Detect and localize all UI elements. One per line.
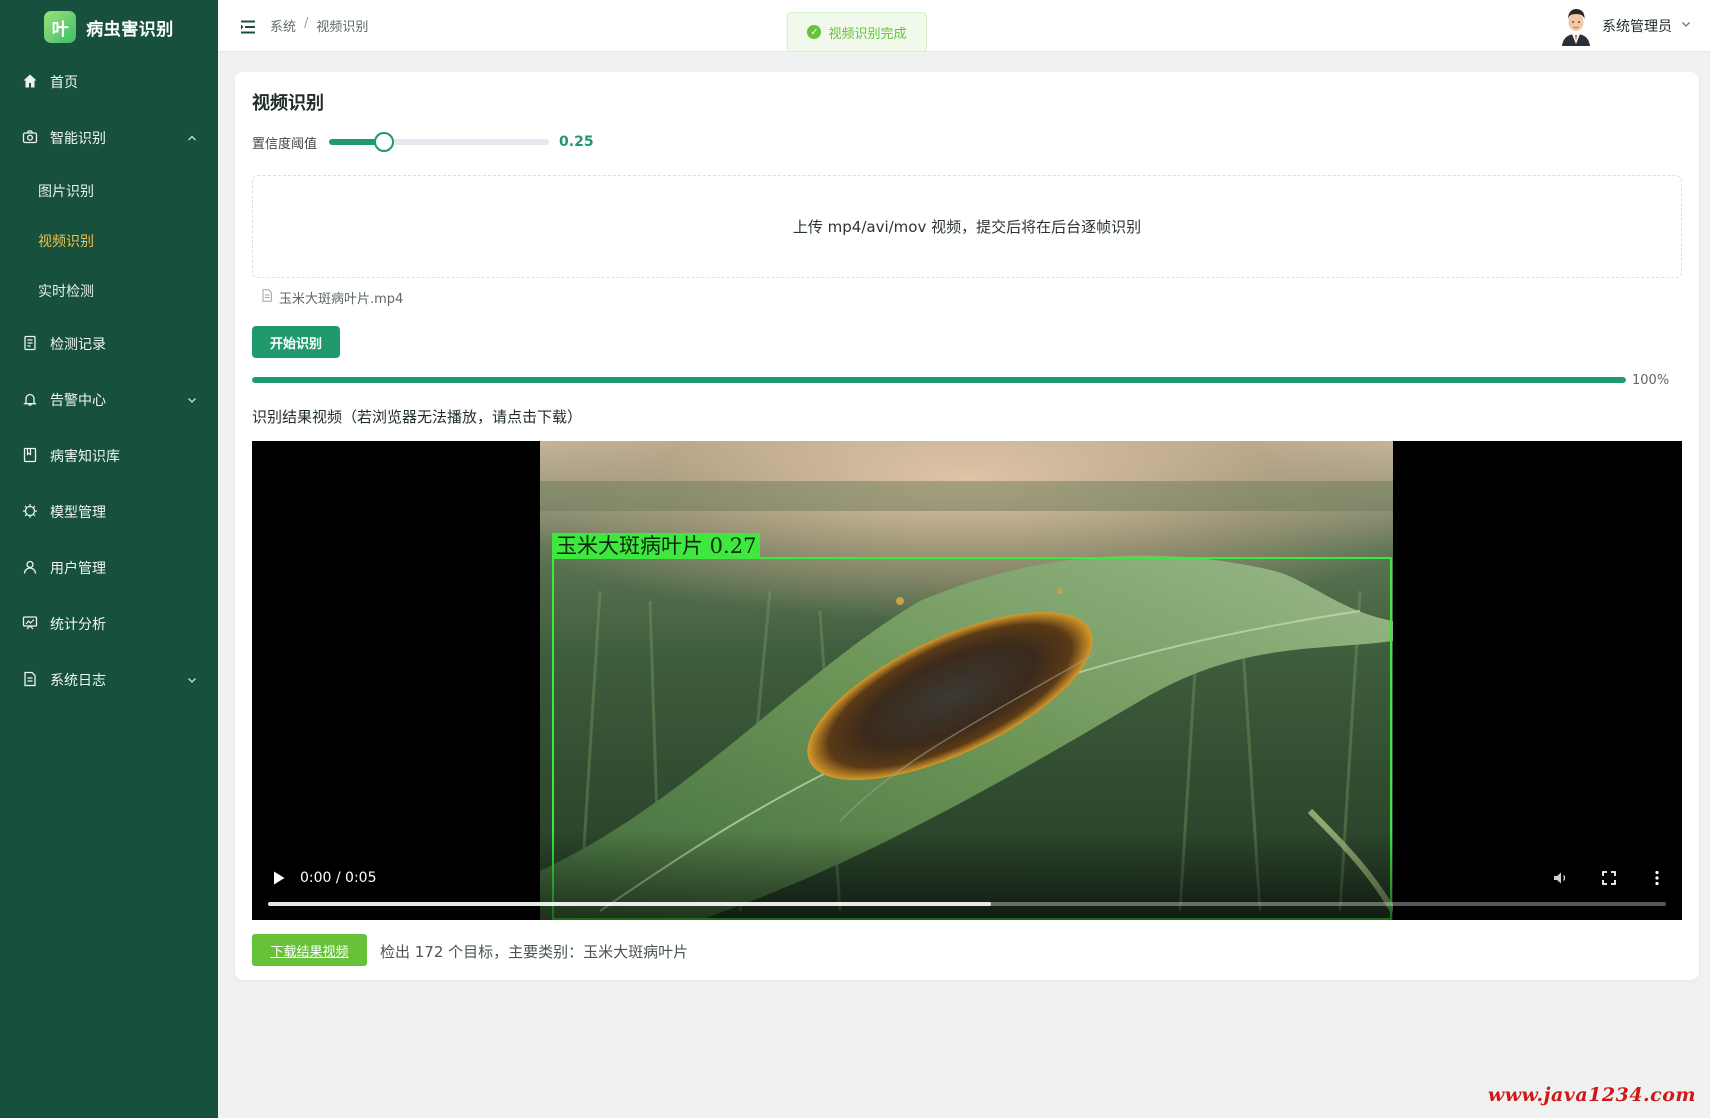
sidebar-item-label: 首页 <box>50 75 78 91</box>
detection-label: 玉米大斑病叶片 0.27 <box>552 533 761 559</box>
sidebar-item-system-log[interactable]: 系统日志 <box>0 652 218 708</box>
toast-message: 视频识别完成 <box>828 26 907 42</box>
sidebar-item-home[interactable]: 首页 <box>0 54 218 110</box>
result-video-caption: 识别结果视频（若浏览器无法播放，请点击下载） <box>252 408 583 426</box>
chart-icon <box>22 615 40 633</box>
progress-fill <box>252 377 1626 383</box>
start-recognition-button[interactable]: 开始识别 <box>252 326 340 358</box>
breadcrumb-system[interactable]: 系统 <box>270 16 296 35</box>
uploaded-file[interactable]: 玉米大斑病叶片.mp4 <box>261 288 403 307</box>
home-icon <box>22 73 40 91</box>
user-icon <box>22 559 40 577</box>
camera-icon <box>22 129 40 147</box>
chip-icon <box>22 503 40 521</box>
sidebar-item-label: 检测记录 <box>50 337 106 353</box>
sidebar-item-model-management[interactable]: 模型管理 <box>0 484 218 540</box>
video-recognition-card: 视频识别 置信度阈值 0.25 上传 mp4/avi/mov 视频，提交后将在后… <box>235 72 1699 980</box>
success-toast: ✓ 视频识别完成 <box>787 12 927 52</box>
more-options-icon[interactable] <box>1648 869 1666 887</box>
video-controls: 0:00 / 0:05 <box>252 830 1682 920</box>
sidebar-item-realtime-detection[interactable]: 实时检测 <box>0 266 218 316</box>
sidebar-item-image-recognition[interactable]: 图片识别 <box>0 166 218 216</box>
sidebar-item-smart-recognition[interactable]: 智能识别 <box>0 110 218 166</box>
chevron-down-icon <box>186 394 198 406</box>
sidebar-item-user-management[interactable]: 用户管理 <box>0 540 218 596</box>
video-time: 0:00 / 0:05 <box>300 870 377 886</box>
threshold-value: 0.25 <box>559 134 594 150</box>
page-title: 视频识别 <box>252 93 324 114</box>
fullscreen-icon[interactable] <box>1600 869 1618 887</box>
breadcrumb: 系统 / 视频识别 <box>270 16 368 35</box>
avatar <box>1558 6 1594 46</box>
threshold-slider[interactable] <box>329 132 550 152</box>
threshold-label: 置信度阈值 <box>252 136 318 152</box>
chevron-down-icon <box>186 674 198 686</box>
video-seek-bar[interactable] <box>268 902 1666 906</box>
bell-icon <box>22 391 40 409</box>
user-menu[interactable]: 系统管理员 <box>1558 6 1692 46</box>
chevron-down-icon <box>1680 18 1692 34</box>
sidebar-item-label: 统计分析 <box>50 617 106 633</box>
book-icon <box>22 447 40 465</box>
sidebar-item-label: 智能识别 <box>50 131 106 147</box>
chevron-up-icon <box>186 132 198 144</box>
sidebar-item-label: 视频识别 <box>38 234 94 250</box>
logo[interactable]: 叶 病虫害识别 <box>0 0 218 54</box>
document-icon <box>22 335 40 353</box>
progress-track <box>252 377 1626 383</box>
volume-icon[interactable] <box>1552 869 1570 887</box>
recognition-progress: 100% <box>252 372 1682 388</box>
sidebar-item-alert-center[interactable]: 告警中心 <box>0 372 218 428</box>
slider-handle[interactable] <box>374 132 395 152</box>
sidebar-item-label: 图片识别 <box>38 184 94 200</box>
sidebar: 叶 病虫害识别 首页 智能识别 图片识别 视频识别 实时检测 检测记录 告警中心… <box>0 0 218 1118</box>
top-header: 系统 / 视频识别 ✓ 视频识别完成 系统管理员 <box>218 0 1710 52</box>
file-icon <box>261 289 273 306</box>
download-result-button[interactable]: 下载结果视频 <box>252 934 367 966</box>
confidence-threshold: 置信度阈值 0.25 <box>252 132 594 152</box>
file-name: 玉米大斑病叶片.mp4 <box>279 292 404 307</box>
detection-summary: 检出 172 个目标，主要类别：玉米大斑病叶片 <box>380 943 689 961</box>
sidebar-item-disease-knowledge[interactable]: 病害知识库 <box>0 428 218 484</box>
menu-toggle-icon[interactable] <box>240 19 256 33</box>
logo-icon: 叶 <box>44 11 77 43</box>
sidebar-menu: 首页 智能识别 图片识别 视频识别 实时检测 检测记录 告警中心 病害知识库 模… <box>0 54 218 708</box>
log-icon <box>22 671 40 689</box>
sidebar-item-label: 用户管理 <box>50 561 106 577</box>
upload-hint: 上传 mp4/avi/mov 视频，提交后将在后台逐帧识别 <box>792 218 1142 236</box>
watermark: www.java1234.com <box>1487 1084 1696 1106</box>
sidebar-item-label: 模型管理 <box>50 505 106 521</box>
sidebar-item-statistics[interactable]: 统计分析 <box>0 596 218 652</box>
progress-percent: 100% <box>1632 372 1670 388</box>
user-name: 系统管理员 <box>1602 19 1672 35</box>
sidebar-item-label: 系统日志 <box>50 673 106 689</box>
breadcrumb-separator: / <box>304 16 309 31</box>
app-name: 病虫害识别 <box>86 19 174 40</box>
sidebar-item-video-recognition[interactable]: 视频识别 <box>0 216 218 266</box>
play-icon[interactable] <box>272 870 286 886</box>
seek-bar-played <box>268 902 991 906</box>
sidebar-item-detection-records[interactable]: 检测记录 <box>0 316 218 372</box>
breadcrumb-current: 视频识别 <box>316 20 369 35</box>
result-video-player[interactable]: 玉米大斑病叶片 0.27 0:00 / 0:05 <box>252 441 1682 920</box>
sidebar-item-label: 实时检测 <box>38 284 94 300</box>
upload-dropzone[interactable]: 上传 mp4/avi/mov 视频，提交后将在后台逐帧识别 <box>252 175 1682 278</box>
check-circle-icon: ✓ <box>807 25 822 39</box>
sidebar-item-label: 病害知识库 <box>50 449 120 465</box>
sidebar-item-label: 告警中心 <box>50 393 106 409</box>
